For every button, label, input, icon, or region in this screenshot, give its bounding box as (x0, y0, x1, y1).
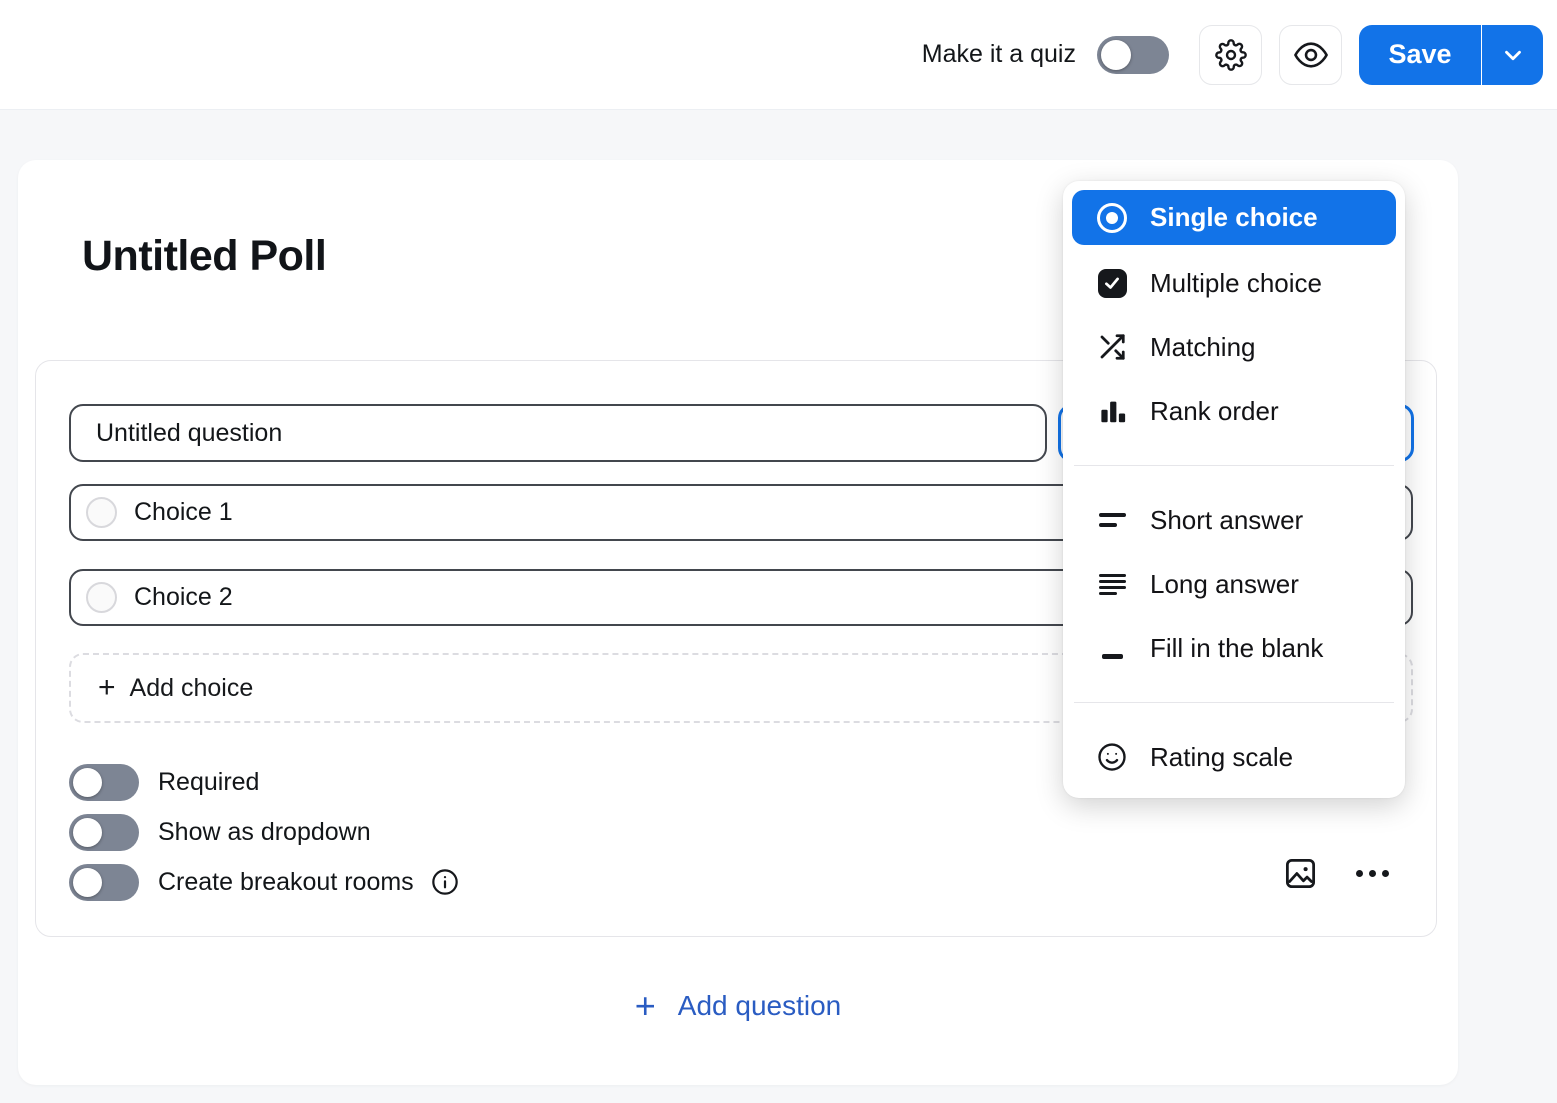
save-split-button: Save (1359, 25, 1543, 85)
settings-button[interactable] (1199, 25, 1262, 85)
toggle-knob (73, 768, 102, 797)
breakout-option-row: Create breakout rooms (69, 863, 459, 901)
required-label: Required (158, 768, 259, 797)
poll-title[interactable]: Untitled Poll (82, 232, 326, 281)
menu-item-label: Fill in the blank (1150, 633, 1323, 664)
choice-label: Choice 1 (134, 498, 233, 527)
info-icon (431, 868, 459, 896)
menu-item-multiple-choice[interactable]: Multiple choice (1072, 251, 1396, 315)
menu-item-single-choice[interactable]: Single choice (1072, 190, 1396, 245)
question-more-button[interactable] (1356, 864, 1389, 883)
question-footer-controls (1283, 856, 1389, 891)
required-toggle[interactable] (69, 764, 139, 801)
required-option-row: Required (69, 763, 259, 801)
menu-item-label: Matching (1150, 332, 1256, 363)
make-quiz-toggle[interactable] (1097, 36, 1169, 74)
menu-item-rating-scale[interactable]: Rating scale (1072, 725, 1396, 789)
bar-chart-icon (1096, 396, 1128, 426)
long-answer-icon (1096, 574, 1128, 595)
save-options-button[interactable] (1482, 25, 1543, 85)
choice-label: Choice 2 (134, 583, 233, 612)
toggle-knob (73, 868, 102, 897)
checkbox-icon (1096, 269, 1128, 298)
menu-item-label: Rating scale (1150, 742, 1293, 773)
chevron-down-icon (1500, 42, 1526, 68)
menu-item-label: Single choice (1150, 202, 1318, 233)
save-button[interactable]: Save (1359, 25, 1481, 85)
add-choice-label: Add choice (130, 674, 254, 703)
add-question-button[interactable]: + Add question (18, 988, 1458, 1024)
radio-icon (1096, 203, 1128, 233)
make-quiz-label: Make it a quiz (922, 40, 1076, 69)
dropdown-option-row: Show as dropdown (69, 813, 371, 851)
menu-divider (1074, 465, 1394, 466)
question-type-menu: Single choice Multiple choice Matching (1063, 181, 1405, 798)
gear-icon (1215, 39, 1247, 71)
add-image-button[interactable] (1283, 856, 1318, 891)
question-title-input[interactable] (69, 404, 1047, 462)
fill-blank-icon (1096, 638, 1128, 659)
menu-item-rank-order[interactable]: Rank order (1072, 379, 1396, 443)
radio-circle-icon (86, 497, 117, 528)
create-breakout-rooms-label: Create breakout rooms (158, 868, 414, 897)
ellipsis-icon (1356, 870, 1363, 877)
top-toolbar: Make it a quiz Save (0, 0, 1557, 110)
image-icon (1283, 856, 1318, 891)
plus-icon: + (98, 673, 116, 703)
smiley-icon (1096, 742, 1128, 772)
menu-item-label: Long answer (1150, 569, 1299, 600)
menu-item-fill-in-the-blank[interactable]: Fill in the blank (1072, 616, 1396, 680)
menu-item-short-answer[interactable]: Short answer (1072, 488, 1396, 552)
preview-button[interactable] (1279, 25, 1342, 85)
show-as-dropdown-toggle[interactable] (69, 814, 139, 851)
plus-icon: + (635, 988, 656, 1024)
add-question-label: Add question (678, 990, 841, 1022)
short-answer-icon (1096, 513, 1128, 527)
toggle-knob (1101, 40, 1131, 70)
show-as-dropdown-label: Show as dropdown (158, 818, 371, 847)
menu-item-matching[interactable]: Matching (1072, 315, 1396, 379)
breakout-info-button[interactable] (431, 868, 459, 896)
menu-item-label: Multiple choice (1150, 268, 1322, 299)
menu-item-label: Rank order (1150, 396, 1279, 427)
radio-circle-icon (86, 582, 117, 613)
menu-item-label: Short answer (1150, 505, 1303, 536)
eye-icon (1294, 38, 1328, 72)
toggle-knob (73, 818, 102, 847)
menu-item-long-answer[interactable]: Long answer (1072, 552, 1396, 616)
shuffle-icon (1096, 332, 1128, 362)
create-breakout-rooms-toggle[interactable] (69, 864, 139, 901)
menu-divider (1074, 702, 1394, 703)
